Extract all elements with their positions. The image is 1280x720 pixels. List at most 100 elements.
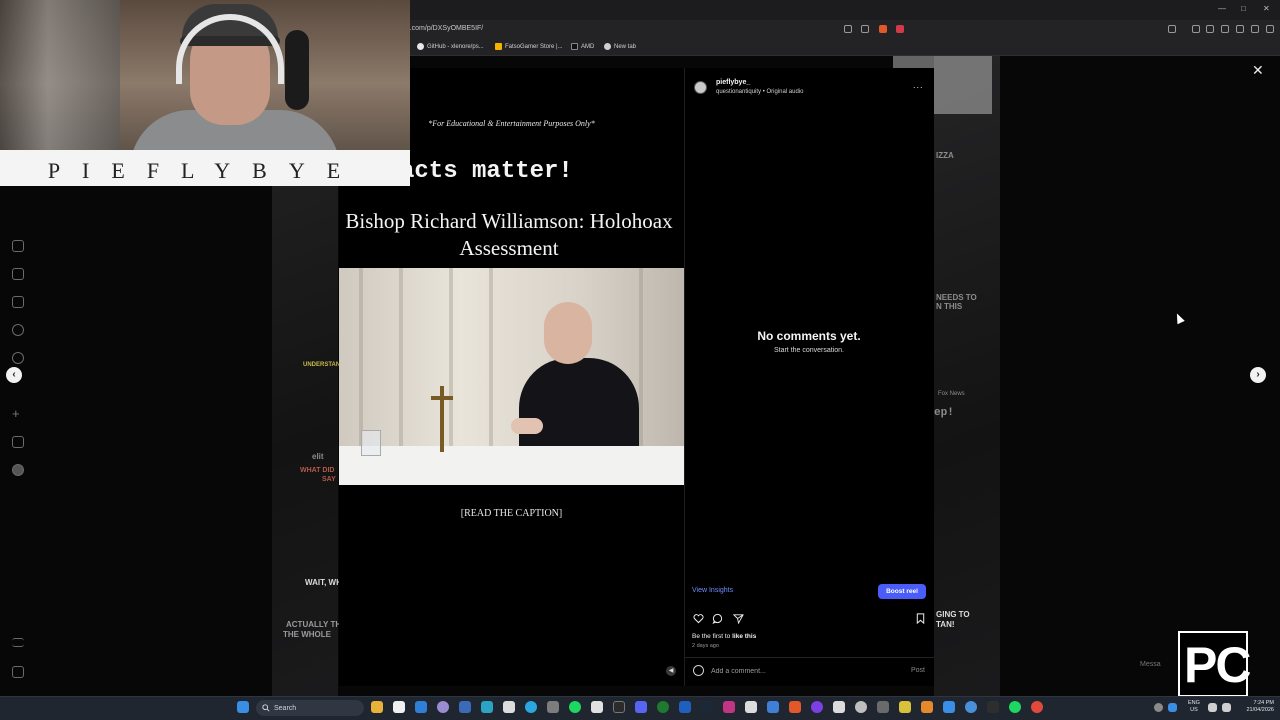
tray-icon[interactable] — [1154, 703, 1163, 712]
bookmark-new-tab[interactable]: New tab — [604, 43, 636, 50]
feed-text: WHAT DID — [300, 467, 335, 474]
window-close-icon[interactable]: ✕ — [1263, 4, 1270, 13]
profile-avatar[interactable] — [12, 464, 24, 476]
app-icon[interactable] — [921, 701, 933, 713]
send-icon[interactable] — [12, 296, 24, 308]
author-avatar[interactable] — [694, 81, 707, 94]
emoji-icon[interactable] — [693, 665, 704, 676]
app-icon[interactable] — [899, 701, 911, 713]
save-bookmark-icon[interactable] — [915, 613, 926, 624]
like-this-link[interactable]: like this — [732, 633, 756, 640]
home-icon[interactable] — [12, 240, 24, 252]
xbox-icon[interactable] — [657, 701, 669, 713]
app-icon[interactable] — [635, 701, 647, 713]
audio-credit[interactable]: questionantiquity • Original audio — [716, 89, 804, 95]
start-icon[interactable] — [237, 701, 249, 713]
previous-post-button[interactable]: ‹ — [6, 367, 22, 383]
close-modal-icon[interactable]: ✕ — [1252, 62, 1264, 79]
app-icon[interactable] — [965, 701, 977, 713]
more-menu-icon[interactable] — [12, 638, 24, 647]
author-username[interactable]: pieflybye_ — [716, 79, 750, 86]
file-explorer-icon[interactable] — [371, 701, 383, 713]
also-from-meta-icon[interactable] — [12, 666, 24, 678]
epic-games-icon[interactable] — [613, 701, 625, 713]
mute-icon[interactable]: ◀ — [666, 666, 676, 676]
next-post-button[interactable]: › — [1250, 367, 1266, 383]
volume-icon[interactable] — [1222, 703, 1231, 712]
like-heart-icon[interactable] — [693, 613, 704, 624]
post-comment-button[interactable]: Post — [911, 667, 925, 674]
maximize-icon[interactable]: □ — [1241, 4, 1246, 13]
app-icon[interactable] — [877, 701, 889, 713]
clock[interactable]: 7:24 PM 21/04/2026 — [1238, 700, 1274, 714]
feed-text: ep! — [934, 407, 954, 419]
wifi-icon[interactable] — [1208, 703, 1217, 712]
brave-shields-icon[interactable] — [879, 25, 887, 33]
wallet-icon[interactable] — [1221, 25, 1229, 33]
app-icon[interactable] — [459, 701, 471, 713]
app-icon[interactable] — [503, 701, 515, 713]
share-icon[interactable] — [861, 25, 869, 33]
menu-icon[interactable] — [1266, 25, 1274, 33]
app-icon[interactable] — [481, 701, 493, 713]
feed-text: TAN! — [936, 620, 955, 629]
app-icon[interactable] — [437, 701, 449, 713]
feed-text: N THIS — [936, 302, 963, 311]
app-icon[interactable] — [987, 701, 999, 713]
app-icon[interactable] — [1009, 701, 1021, 713]
feed-text: elit — [312, 452, 324, 461]
bookmark-fatsogamer[interactable]: FatsoGamer Store |... — [495, 43, 563, 50]
boost-reel-button[interactable]: Boost reel — [878, 584, 926, 599]
feed-text: SAY — [322, 476, 336, 483]
spotify-icon[interactable] — [569, 701, 581, 713]
telegram-icon[interactable] — [525, 701, 537, 713]
explore-icon[interactable] — [12, 352, 24, 364]
address-bar[interactable]: am.com/p/DXSyOMBE5IF/ — [400, 25, 483, 32]
bookmark-github[interactable]: GitHub - xlenore/ps... — [417, 43, 484, 50]
curtain-fold — [399, 268, 403, 458]
bookmark-amd[interactable]: AMD — [571, 43, 594, 50]
store-icon[interactable] — [393, 701, 405, 713]
store-icon — [495, 43, 502, 50]
edge-icon[interactable] — [415, 701, 427, 713]
taskbar-search[interactable]: Search — [256, 700, 364, 716]
app-icon[interactable] — [547, 701, 559, 713]
water-glass — [361, 430, 381, 456]
search-icon[interactable] — [12, 324, 24, 336]
view-insights-link[interactable]: View Insights — [692, 587, 733, 594]
tray-icon[interactable] — [1168, 703, 1177, 712]
app-icon[interactable] — [1031, 701, 1043, 713]
shield-icon[interactable] — [1251, 25, 1259, 33]
brave-icon[interactable] — [789, 701, 801, 713]
brave-rewards-icon[interactable] — [896, 25, 904, 33]
app-icon[interactable] — [679, 701, 691, 713]
app-icon[interactable] — [767, 701, 779, 713]
channel-name: PIEFLYBYE — [47, 158, 363, 183]
dashboard-icon[interactable] — [12, 436, 24, 448]
share-paper-plane-icon[interactable] — [733, 613, 744, 624]
app-icon[interactable] — [811, 701, 823, 713]
create-icon[interactable]: + — [12, 407, 24, 420]
app-icon[interactable] — [591, 701, 603, 713]
install-app-icon[interactable] — [844, 25, 852, 33]
feed-text: Fox News — [938, 391, 965, 397]
sidebar-icon[interactable] — [1168, 25, 1176, 33]
app-icon[interactable] — [855, 701, 867, 713]
reels-icon[interactable] — [12, 268, 24, 280]
extensions-icon[interactable] — [1206, 25, 1214, 33]
language-indicator[interactable]: ENG US — [1188, 700, 1200, 714]
more-options-icon[interactable]: ... — [913, 80, 924, 90]
vpn-icon[interactable] — [1236, 25, 1244, 33]
messages-label[interactable]: Messa — [1140, 661, 1161, 668]
app-icon[interactable] — [833, 701, 845, 713]
reel-video-frame[interactable] — [339, 268, 684, 485]
app-icon[interactable] — [723, 701, 735, 713]
github-icon — [417, 43, 424, 50]
comment-icon[interactable] — [712, 613, 723, 624]
app-icon[interactable] — [943, 701, 955, 713]
minimize-icon[interactable]: — — [1218, 4, 1226, 13]
comment-input[interactable] — [711, 664, 901, 678]
steam-icon[interactable] — [701, 701, 713, 713]
media-icon[interactable] — [1192, 25, 1200, 33]
app-icon[interactable] — [745, 701, 757, 713]
